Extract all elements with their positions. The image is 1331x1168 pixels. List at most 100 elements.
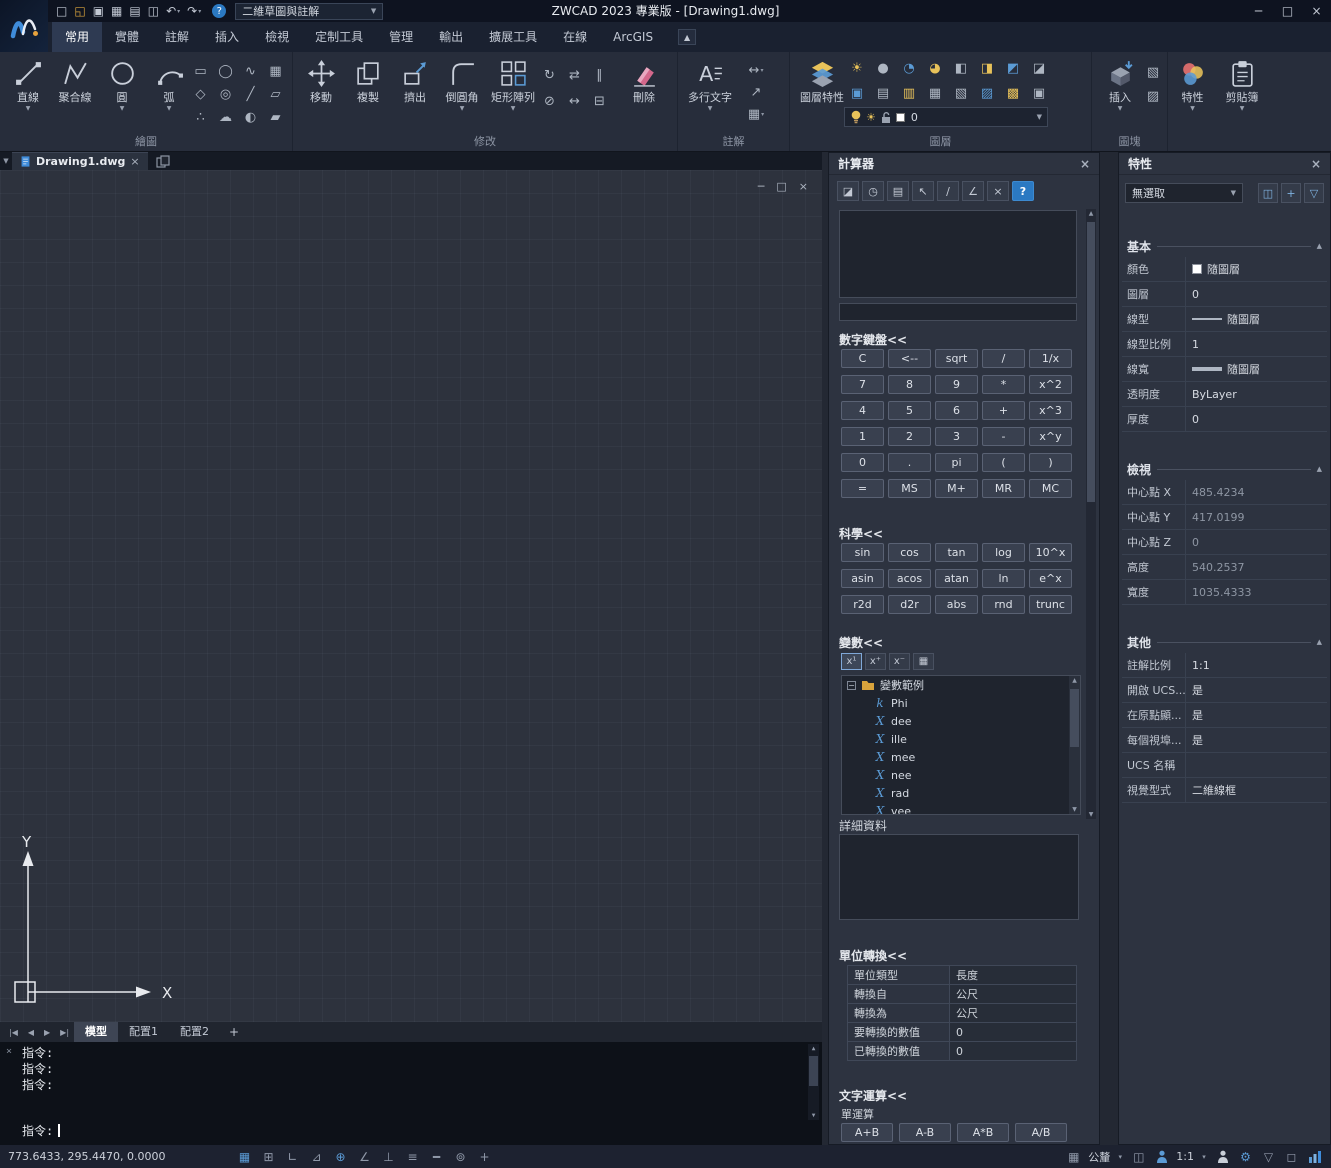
dynamic-ucs-icon[interactable]: ⊥ — [380, 1148, 397, 1165]
calc-key-.[interactable]: . — [888, 453, 931, 472]
filter-icon[interactable]: ▽ — [1260, 1148, 1277, 1165]
tree-scrollbar[interactable]: ▲ ▼ — [1069, 676, 1080, 814]
erase-button[interactable]: 刪除 — [621, 57, 667, 107]
calc-key-e^x[interactable]: e^x — [1029, 569, 1072, 588]
unit-row-value[interactable]: 公尺 — [950, 985, 1077, 1003]
scrollbar-thumb[interactable] — [1070, 689, 1079, 747]
variable-item-mee[interactable]: Xmee — [842, 748, 1080, 766]
calc-key-ln[interactable]: ln — [982, 569, 1025, 588]
units-header[interactable]: 單位轉換<< — [839, 947, 907, 964]
ellipse-icon[interactable]: ◯ — [213, 60, 238, 83]
ribbon-tab-註解[interactable]: 註解 — [152, 22, 202, 52]
calc-key-6[interactable]: 6 — [935, 401, 978, 420]
help-icon[interactable]: ? — [1012, 181, 1034, 201]
calc-key-<--[interactable]: <-- — [888, 349, 931, 368]
text-op-A-B[interactable]: A-B — [899, 1123, 951, 1142]
section-header-基本[interactable]: 基本▲ — [1119, 235, 1330, 257]
edit-variable-icon[interactable]: x⁺ — [865, 653, 886, 670]
calc-key-MC[interactable]: MC — [1029, 479, 1072, 498]
wipeout-icon[interactable]: ▰ — [263, 106, 288, 129]
calculator-history-display[interactable] — [839, 210, 1077, 298]
scroll-up-icon[interactable]: ▲ — [1069, 677, 1080, 684]
ribbon-tab-管理[interactable]: 管理 — [376, 22, 426, 52]
last-layout-icon[interactable]: ▶| — [55, 1028, 74, 1037]
text-op-A*B[interactable]: A*B — [957, 1123, 1009, 1142]
annotation-monitor-icon[interactable]: + — [476, 1148, 493, 1165]
layer-on-all-icon[interactable]: ▩ — [1000, 81, 1026, 106]
undo-icon[interactable]: ↶▾ — [164, 2, 182, 20]
ribbon-tab-插入[interactable]: 插入 — [202, 22, 252, 52]
workspace-dropdown[interactable]: 二維草圖與註解 ▼ — [235, 3, 383, 20]
property-value[interactable]: 485.4234 — [1186, 480, 1327, 504]
property-row-厚度[interactable]: 厚度0 — [1122, 407, 1327, 432]
calc-key--[interactable]: - — [982, 427, 1025, 446]
layer-states-icon[interactable]: ▣ — [1026, 81, 1052, 106]
trim-icon[interactable]: ⊘ — [537, 88, 562, 114]
section-header-其他[interactable]: 其他▲ — [1119, 631, 1330, 653]
property-value[interactable]: 是 — [1186, 678, 1327, 702]
variables-header[interactable]: 變數<< — [839, 634, 883, 651]
property-row-線寬[interactable]: 線寬隨圖層 — [1122, 357, 1327, 382]
calc-key-r2d[interactable]: r2d — [841, 595, 884, 614]
calc-key-([interactable]: ( — [982, 453, 1025, 472]
property-value[interactable]: 二維線框 — [1186, 778, 1327, 802]
property-value[interactable]: 0 — [1186, 282, 1327, 306]
calc-key-4[interactable]: 4 — [841, 401, 884, 420]
save-icon[interactable]: ▣ — [91, 2, 106, 20]
polar-tracking-icon[interactable]: ⊿ — [308, 1148, 325, 1165]
new-drawing-tab-icon[interactable] — [156, 155, 170, 168]
property-value[interactable]: 1:1 — [1186, 653, 1327, 677]
property-row-UCS 名稱[interactable]: UCS 名稱 — [1122, 753, 1327, 778]
calc-key-MR[interactable]: MR — [982, 479, 1025, 498]
property-row-寬度[interactable]: 寬度1035.4333 — [1122, 580, 1327, 605]
ribbon-tab-常用[interactable]: 常用 — [52, 22, 102, 52]
close-icon[interactable]: × — [1311, 157, 1321, 171]
variable-item-nee[interactable]: Xnee — [842, 766, 1080, 784]
scroll-up-icon[interactable]: ▲ — [808, 1045, 819, 1052]
calc-key-/[interactable]: / — [982, 349, 1025, 368]
save-all-icon[interactable]: ▦ — [109, 2, 124, 20]
settings-gear-icon[interactable]: ⚙ — [1237, 1148, 1254, 1165]
property-row-線型比例[interactable]: 線型比例1 — [1122, 332, 1327, 357]
calc-key-cos[interactable]: cos — [888, 543, 931, 562]
close-icon[interactable]: × — [130, 155, 139, 168]
calc-key-sin[interactable]: sin — [841, 543, 884, 562]
layer-lock-icon[interactable]: ◧ — [948, 56, 974, 81]
hatch-icon[interactable]: ▦ — [263, 60, 288, 83]
calc-key-rnd[interactable]: rnd — [982, 595, 1025, 614]
snap-mode-icon[interactable]: ⊞ — [260, 1148, 277, 1165]
calc-key-pi[interactable]: pi — [935, 453, 978, 472]
chevron-down-icon[interactable]: ▼ — [1037, 113, 1042, 121]
object-snap-icon[interactable]: ⊕ — [332, 1148, 349, 1165]
calc-key-abs[interactable]: abs — [935, 595, 978, 614]
paste-special-icon[interactable]: ▨ — [1140, 84, 1166, 108]
command-scrollbar[interactable]: ▲ ▼ — [808, 1044, 819, 1120]
scroll-down-icon[interactable]: ▼ — [808, 1112, 819, 1119]
units-grid-icon[interactable]: ▦ — [1065, 1148, 1082, 1165]
clear-icon[interactable]: ◪ — [837, 181, 859, 201]
variable-item-vee[interactable]: Xvee — [842, 802, 1080, 815]
stretch-button[interactable]: 擠出 — [392, 57, 438, 107]
drawing-canvas[interactable]: ─□× Y X — [0, 170, 822, 1022]
layer-freeze-icon[interactable]: ◔ — [896, 56, 922, 81]
property-value[interactable]: 1035.4333 — [1186, 580, 1327, 604]
offset-icon[interactable]: ∥ — [587, 62, 612, 88]
property-row-透明度[interactable]: 透明度ByLayer — [1122, 382, 1327, 407]
command-prompt[interactable]: 指令: — [22, 1122, 60, 1139]
match-properties-icon[interactable]: ▧ — [1140, 60, 1166, 84]
property-row-在原點顯...[interactable]: 在原點顯...是 — [1122, 703, 1327, 728]
text-op-A/B[interactable]: A/B — [1015, 1123, 1067, 1142]
property-value[interactable]: 0 — [1186, 530, 1327, 554]
spline-icon[interactable]: ∿ — [238, 60, 263, 83]
array-button[interactable]: 矩形陣列▼ — [486, 57, 540, 113]
calc-key-x^3[interactable]: x^3 — [1029, 401, 1072, 420]
calc-key-0[interactable]: 0 — [841, 453, 884, 472]
variables-tree[interactable]: −變數範例kPhiXdeeXilleXmeeXneeXradXvee ▲ ▼ — [841, 675, 1081, 815]
viewport-icon[interactable]: ◫ — [1130, 1148, 1147, 1165]
insert-block-button[interactable]: 插入▼ — [1097, 57, 1143, 113]
calc-key-9[interactable]: 9 — [935, 375, 978, 394]
new-file-icon[interactable]: □ — [54, 2, 69, 20]
ribbon-tab-ArcGIS[interactable]: ArcGIS — [600, 22, 666, 52]
layer-off-icon[interactable]: ● — [870, 56, 896, 81]
calc-key-tan[interactable]: tan — [935, 543, 978, 562]
